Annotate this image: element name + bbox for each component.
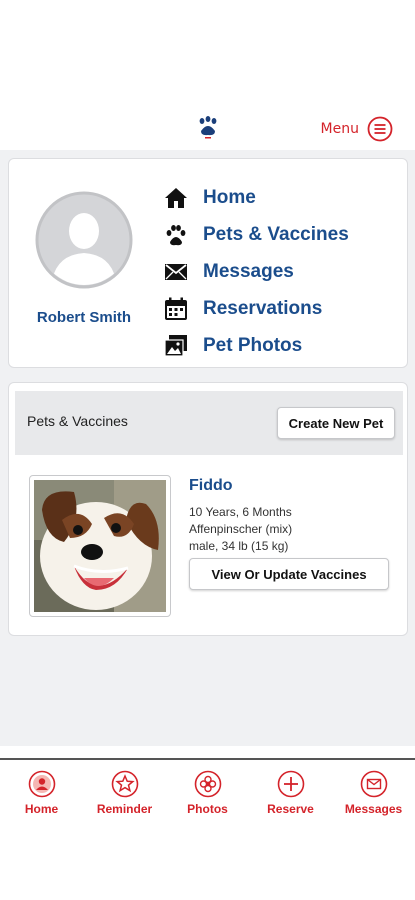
nav-label-messages: Messages [203,260,294,282]
paw-icon [163,222,189,248]
user-silhouette-icon[interactable] [35,191,133,289]
view-update-vaccines-button[interactable]: View Or Update Vaccines [189,558,389,590]
nav-item-pet-photos[interactable]: Pet Photos [163,327,349,364]
pets-section-title: Pets & Vaccines [27,413,128,429]
pets-section-header: Pets & Vaccines Create New Pet [15,391,403,455]
profile-card: Robert Smith Home Pets & Vaccines Messag… [8,158,408,368]
tab-label-home: Home [24,802,59,816]
tab-photos[interactable]: Photos [168,760,248,824]
plus-circle-icon [277,770,304,798]
user-circle-icon [28,770,55,798]
menu-button[interactable]: Menu [321,116,393,142]
tab-home[interactable]: Home [2,760,82,824]
nav-item-pets-vaccines[interactable]: Pets & Vaccines [163,216,349,253]
tab-label-photos: Photos [187,802,228,816]
paw-logo-icon[interactable] [196,115,220,141]
pet-photo[interactable] [29,475,171,617]
tab-label-reminder: Reminder [96,802,153,816]
nav-item-reservations[interactable]: Reservations [163,290,349,327]
tab-messages[interactable]: Messages [334,760,414,824]
nav-item-home[interactable]: Home [163,179,349,216]
mail-circle-icon [360,770,387,798]
tab-reserve[interactable]: Reserve [251,760,331,824]
profile-nav: Home Pets & Vaccines Messages Reservatio… [163,179,349,364]
pet-name[interactable]: Fiddo [189,477,233,495]
hamburger-circle-icon [367,116,393,142]
nav-label-home: Home [203,186,256,208]
pet-sex-weight: male, 34 lb (15 kg) [189,539,289,553]
envelope-icon [163,259,189,285]
tab-label-reserve: Reserve [267,802,314,816]
create-new-pet-button[interactable]: Create New Pet [277,407,395,439]
menu-label: Menu [320,121,359,137]
nav-label-pet-photos: Pet Photos [203,334,303,356]
star-circle-icon [111,770,138,798]
tab-label-messages: Messages [344,802,403,816]
nav-label-reservations: Reservations [203,297,323,319]
bottom-tab-bar: Home Reminder Photos Reserve Messages [0,758,415,824]
top-bar: Menu [0,110,415,150]
flower-circle-icon [194,770,221,798]
dog-photo [34,480,166,612]
house-icon [163,185,189,211]
tab-reminder[interactable]: Reminder [85,760,165,824]
nav-item-messages[interactable]: Messages [163,253,349,290]
photos-icon [163,333,189,359]
pet-age: 10 Years, 6 Months [189,505,292,519]
user-name[interactable]: Robert Smith [9,309,159,326]
nav-label-pets-vaccines: Pets & Vaccines [203,223,349,245]
pets-card: Pets & Vaccines Create New Pet Fiddo 10 … [8,382,408,636]
calendar-icon [163,296,189,322]
pet-breed: Affenpinscher (mix) [189,522,293,536]
